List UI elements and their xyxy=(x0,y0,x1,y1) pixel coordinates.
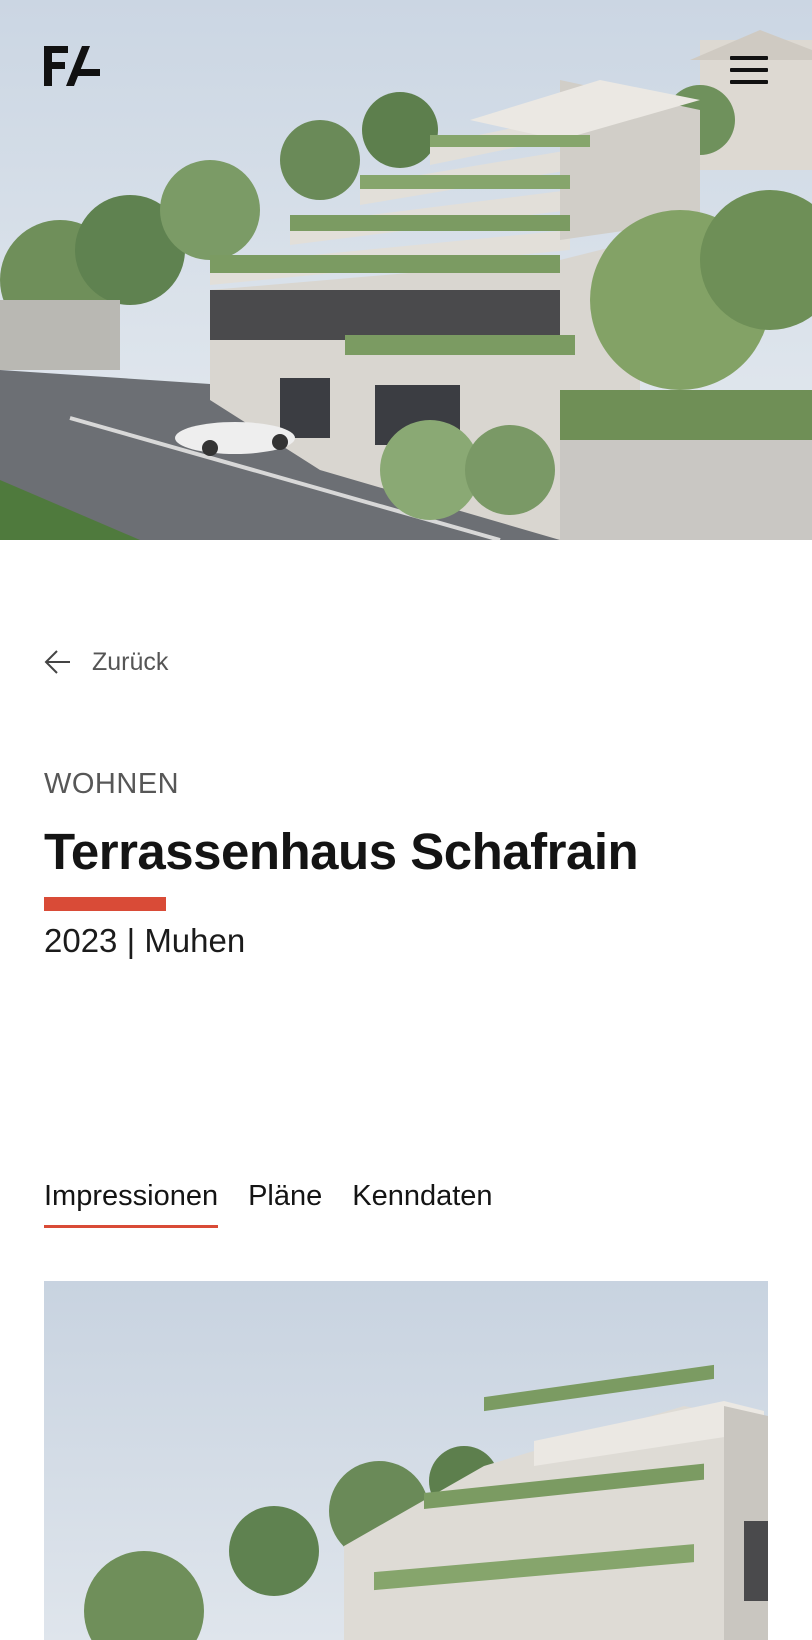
tab-kenndaten[interactable]: Kenndaten xyxy=(352,1180,492,1228)
project-tabs: Impressionen Pläne Kenndaten xyxy=(44,1180,523,1228)
back-label: Zurück xyxy=(92,647,169,676)
arrow-left-icon xyxy=(44,650,70,674)
tab-impressionen[interactable]: Impressionen xyxy=(44,1180,219,1228)
hero-image xyxy=(0,0,812,540)
tab-plaene[interactable]: Pläne xyxy=(248,1180,322,1228)
logo[interactable] xyxy=(44,46,100,86)
page-title: Terrassenhaus Schafrain xyxy=(44,823,639,880)
back-link[interactable]: Zurück xyxy=(44,644,168,680)
accent-bar xyxy=(44,897,166,911)
project-category: WOHNEN xyxy=(44,768,180,800)
hamburger-menu-icon[interactable] xyxy=(730,56,768,86)
gallery-image[interactable] xyxy=(44,1281,768,1640)
project-meta: 2023 | Muhen xyxy=(44,922,246,959)
